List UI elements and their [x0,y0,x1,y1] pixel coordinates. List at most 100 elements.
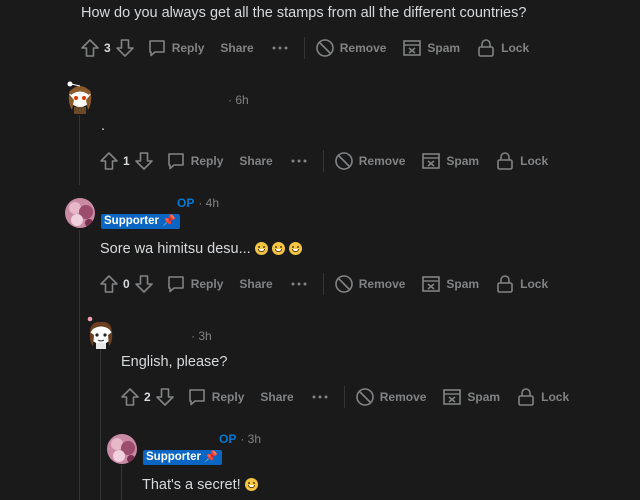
lock-icon [495,274,515,294]
more-options-button[interactable] [270,38,290,58]
reply-button-label: Reply [171,41,205,55]
lock-button-label: Lock [520,277,549,291]
spam-icon [402,38,422,58]
spam-icon [442,387,462,407]
spam-button[interactable]: Spam [421,274,479,294]
grinning-face-icon [244,478,258,491]
remove-button[interactable]: Remove [355,387,427,407]
comment-body: . [101,118,106,134]
lock-icon [495,151,515,171]
share-button[interactable]: Share [239,277,272,291]
flair-label: Supporter [104,215,159,227]
downvote-icon[interactable] [115,38,135,58]
spam-button[interactable]: Spam [402,38,460,58]
spam-button-label: Spam [427,41,461,55]
comment-meta: OP · 3h [219,432,261,446]
more-options-button[interactable] [289,274,309,294]
downvote-icon[interactable] [134,274,154,294]
spam-button[interactable]: Spam [442,387,500,407]
upvote-icon[interactable] [99,274,119,294]
flair-label: Supporter [146,451,201,463]
more-options-button[interactable] [310,387,330,407]
comment-meta: OP · 4h [177,196,219,210]
share-button-label: Share [239,277,273,291]
reply-button-label: Reply [190,154,224,168]
share-button[interactable]: Share [239,154,272,168]
upvote-icon[interactable] [99,151,119,171]
downvote-icon[interactable] [155,387,175,407]
thread-line[interactable] [121,465,122,500]
vote-count: 2 [144,390,151,404]
remove-icon [315,38,335,58]
more-options-icon [289,274,309,294]
vote-count: 0 [123,277,130,291]
thread-line[interactable] [79,115,80,185]
more-options-icon [310,387,330,407]
comment-body: How do you always get all the stamps fro… [81,5,527,21]
lock-button[interactable]: Lock [495,274,548,294]
lock-button[interactable]: Lock [516,387,569,407]
op-badge: OP [177,196,195,210]
comment-timestamp: · 3h [191,329,212,343]
remove-button[interactable]: Remove [315,38,387,58]
thread-line[interactable] [79,230,80,500]
lock-icon [476,38,496,58]
grinning-face-icon [288,242,302,255]
comment-body: That's a secret! [142,477,258,493]
reply-button[interactable]: Reply [166,151,224,171]
more-options-button[interactable] [289,151,309,171]
pushpin-icon: 📌 [161,215,176,227]
divider [322,150,324,172]
downvote-icon[interactable] [134,151,154,171]
avatar[interactable] [86,315,116,349]
upvote-icon[interactable] [80,38,100,58]
more-options-icon [270,38,290,58]
share-button[interactable]: Share [260,390,293,404]
op-badge: OP [219,432,237,446]
lock-button[interactable]: Lock [495,151,548,171]
comment-timestamp: · 4h [198,196,220,210]
thread-line[interactable] [100,350,101,500]
spam-button-label: Spam [446,277,480,291]
avatar[interactable] [64,80,96,114]
lock-button-label: Lock [541,390,570,404]
reply-button[interactable]: Reply [187,387,245,407]
lock-button[interactable]: Lock [476,38,529,58]
spam-button[interactable]: Spam [421,151,479,171]
spam-button-label: Spam [446,154,480,168]
remove-button[interactable]: Remove [334,151,406,171]
pushpin-icon: 📌 [203,451,218,463]
comment-action-bar: 3 Reply Share Remove Spam Lock [80,36,545,60]
reply-icon [187,387,207,407]
spam-button-label: Spam [467,390,501,404]
comment-action-bar: 0 Reply Share Remove Spam Lock [99,272,564,296]
comment-timestamp: · 3h [240,432,262,446]
user-flair: Supporter 📌 [143,450,222,465]
remove-button-label: Remove [358,154,406,168]
reply-button-label: Reply [211,390,245,404]
grinning-face-icon [254,242,268,255]
remove-button-label: Remove [379,390,427,404]
share-button[interactable]: Share [220,41,253,55]
remove-button-label: Remove [339,41,387,55]
remove-button[interactable]: Remove [334,274,406,294]
remove-button-label: Remove [358,277,406,291]
upvote-icon[interactable] [120,387,140,407]
spam-icon [421,274,441,294]
reply-button[interactable]: Reply [166,274,224,294]
comment-timestamp: · 6h [228,93,249,107]
reply-button[interactable]: Reply [147,38,205,58]
lock-button-label: Lock [520,154,549,168]
vote-count: 3 [104,41,111,55]
vote-count: 1 [123,154,130,168]
reply-icon [166,151,186,171]
grinning-face-icon [271,242,285,255]
lock-icon [516,387,536,407]
avatar[interactable] [107,434,137,464]
share-button-label: Share [260,390,294,404]
avatar[interactable] [65,198,95,228]
remove-icon [355,387,375,407]
reply-icon [166,274,186,294]
divider [322,273,324,295]
reply-button-label: Reply [190,277,224,291]
